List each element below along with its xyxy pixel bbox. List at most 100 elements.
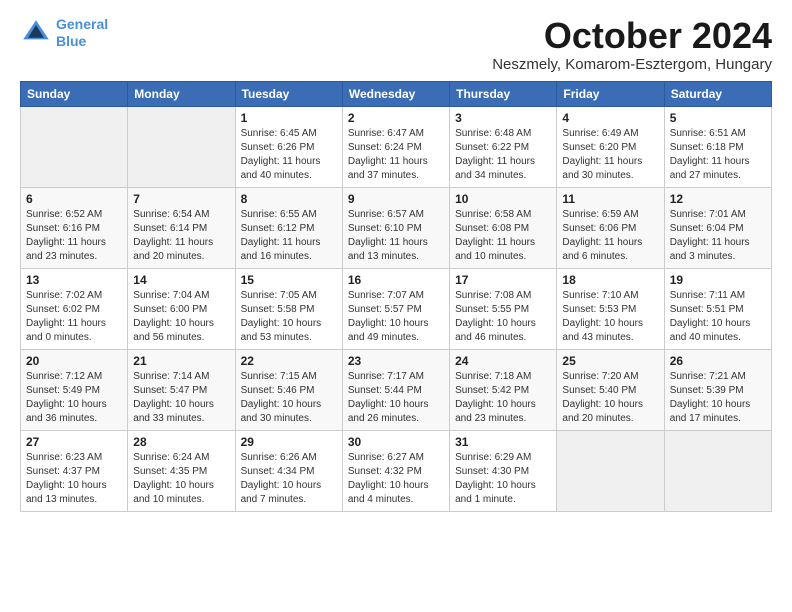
week-row-5: 27Sunrise: 6:23 AMSunset: 4:37 PMDayligh… xyxy=(21,430,772,511)
day-number: 6 xyxy=(26,192,122,206)
day-info: Sunrise: 6:54 AMSunset: 6:14 PMDaylight:… xyxy=(133,208,229,264)
day-info: Sunrise: 6:48 AMSunset: 6:22 PMDaylight:… xyxy=(455,127,551,183)
day-cell: 30 Sunrise: 6:27 AMSunset: 4:32 PMDayligh… xyxy=(342,430,449,511)
day-number: 4 xyxy=(562,111,658,125)
day-number: 10 xyxy=(455,192,551,206)
day-cell: 17 Sunrise: 7:08 AMSunset: 5:55 PMDayligh… xyxy=(450,268,557,349)
day-number: 15 xyxy=(241,273,337,287)
day-cell: 7 Sunrise: 6:54 AMSunset: 6:14 PMDaylight… xyxy=(128,187,235,268)
day-number: 16 xyxy=(348,273,444,287)
day-info: Sunrise: 7:11 AMSunset: 5:51 PMDaylight:… xyxy=(670,289,766,345)
logo-text: General Blue xyxy=(56,16,108,50)
day-cell: 25 Sunrise: 7:20 AMSunset: 5:40 PMDayligh… xyxy=(557,349,664,430)
weekday-header-monday: Monday xyxy=(128,81,235,106)
day-cell: 23Sunrise: 7:17 AMSunset: 5:44 PMDayligh… xyxy=(342,349,449,430)
day-info: Sunrise: 7:14 AMSunset: 5:47 PMDaylight:… xyxy=(133,370,229,426)
day-number: 3 xyxy=(455,111,551,125)
day-number: 12 xyxy=(670,192,766,206)
day-cell xyxy=(128,106,235,187)
day-cell: 13Sunrise: 7:02 AMSunset: 6:02 PMDayligh… xyxy=(21,268,128,349)
day-number: 7 xyxy=(133,192,229,206)
day-cell: 18 Sunrise: 7:10 AMSunset: 5:53 PMDayligh… xyxy=(557,268,664,349)
weekday-header-sunday: Sunday xyxy=(21,81,128,106)
location: Neszmely, Komarom-Esztergom, Hungary xyxy=(492,56,772,73)
day-cell: 6 Sunrise: 6:52 AMSunset: 6:16 PMDaylight… xyxy=(21,187,128,268)
weekday-header-row: SundayMondayTuesdayWednesdayThursdayFrid… xyxy=(21,81,772,106)
day-cell: 27Sunrise: 6:23 AMSunset: 4:37 PMDayligh… xyxy=(21,430,128,511)
day-info: Sunrise: 6:52 AMSunset: 6:16 PMDaylight:… xyxy=(26,208,122,264)
day-cell: 14 Sunrise: 7:04 AMSunset: 6:00 PMDayligh… xyxy=(128,268,235,349)
day-info: Sunrise: 6:24 AMSunset: 4:35 PMDaylight:… xyxy=(133,451,229,507)
day-info: Sunrise: 7:01 AMSunset: 6:04 PMDaylight:… xyxy=(670,208,766,264)
weekday-header-saturday: Saturday xyxy=(664,81,771,106)
day-number: 21 xyxy=(133,354,229,368)
page-header: General Blue October 2024 Neszmely, Koma… xyxy=(20,16,772,73)
day-info: Sunrise: 6:58 AMSunset: 6:08 PMDaylight:… xyxy=(455,208,551,264)
day-cell xyxy=(664,430,771,511)
day-cell: 21 Sunrise: 7:14 AMSunset: 5:47 PMDayligh… xyxy=(128,349,235,430)
day-cell: 2 Sunrise: 6:47 AMSunset: 6:24 PMDaylight… xyxy=(342,106,449,187)
day-info: Sunrise: 7:08 AMSunset: 5:55 PMDaylight:… xyxy=(455,289,551,345)
day-info: Sunrise: 7:18 AMSunset: 5:42 PMDaylight:… xyxy=(455,370,551,426)
day-number: 14 xyxy=(133,273,229,287)
day-cell: 31Sunrise: 6:29 AMSunset: 4:30 PMDayligh… xyxy=(450,430,557,511)
day-number: 26 xyxy=(670,354,766,368)
day-number: 13 xyxy=(26,273,122,287)
day-cell xyxy=(557,430,664,511)
day-info: Sunrise: 6:49 AMSunset: 6:20 PMDaylight:… xyxy=(562,127,658,183)
day-number: 24 xyxy=(455,354,551,368)
day-info: Sunrise: 6:57 AMSunset: 6:10 PMDaylight:… xyxy=(348,208,444,264)
day-cell: 10 Sunrise: 6:58 AMSunset: 6:08 PMDayligh… xyxy=(450,187,557,268)
day-cell: 4 Sunrise: 6:49 AMSunset: 6:20 PMDaylight… xyxy=(557,106,664,187)
day-info: Sunrise: 7:21 AMSunset: 5:39 PMDaylight:… xyxy=(670,370,766,426)
day-number: 29 xyxy=(241,435,337,449)
day-info: Sunrise: 6:45 AMSunset: 6:26 PMDaylight:… xyxy=(241,127,337,183)
title-section: October 2024 Neszmely, Komarom-Esztergom… xyxy=(492,16,772,73)
day-number: 23 xyxy=(348,354,444,368)
weekday-header-tuesday: Tuesday xyxy=(235,81,342,106)
week-row-2: 6 Sunrise: 6:52 AMSunset: 6:16 PMDaylight… xyxy=(21,187,772,268)
day-info: Sunrise: 7:05 AMSunset: 5:58 PMDaylight:… xyxy=(241,289,337,345)
calendar-table: SundayMondayTuesdayWednesdayThursdayFrid… xyxy=(20,81,772,512)
day-info: Sunrise: 7:12 AMSunset: 5:49 PMDaylight:… xyxy=(26,370,122,426)
day-number: 8 xyxy=(241,192,337,206)
day-number: 5 xyxy=(670,111,766,125)
day-info: Sunrise: 6:59 AMSunset: 6:06 PMDaylight:… xyxy=(562,208,658,264)
day-info: Sunrise: 7:20 AMSunset: 5:40 PMDaylight:… xyxy=(562,370,658,426)
day-number: 20 xyxy=(26,354,122,368)
week-row-1: 1Sunrise: 6:45 AMSunset: 6:26 PMDaylight… xyxy=(21,106,772,187)
day-info: Sunrise: 6:26 AMSunset: 4:34 PMDaylight:… xyxy=(241,451,337,507)
day-cell: 24 Sunrise: 7:18 AMSunset: 5:42 PMDayligh… xyxy=(450,349,557,430)
day-cell: 8 Sunrise: 6:55 AMSunset: 6:12 PMDaylight… xyxy=(235,187,342,268)
day-cell: 16 Sunrise: 7:07 AMSunset: 5:57 PMDayligh… xyxy=(342,268,449,349)
logo: General Blue xyxy=(20,16,108,50)
day-info: Sunrise: 7:15 AMSunset: 5:46 PMDaylight:… xyxy=(241,370,337,426)
day-number: 25 xyxy=(562,354,658,368)
month-title: October 2024 xyxy=(492,16,772,56)
week-row-4: 20 Sunrise: 7:12 AMSunset: 5:49 PMDayligh… xyxy=(21,349,772,430)
day-cell: 28Sunrise: 6:24 AMSunset: 4:35 PMDayligh… xyxy=(128,430,235,511)
day-cell: 15 Sunrise: 7:05 AMSunset: 5:58 PMDayligh… xyxy=(235,268,342,349)
day-cell: 1Sunrise: 6:45 AMSunset: 6:26 PMDaylight… xyxy=(235,106,342,187)
day-info: Sunrise: 7:04 AMSunset: 6:00 PMDaylight:… xyxy=(133,289,229,345)
day-number: 30 xyxy=(348,435,444,449)
day-number: 17 xyxy=(455,273,551,287)
day-info: Sunrise: 7:07 AMSunset: 5:57 PMDaylight:… xyxy=(348,289,444,345)
day-cell: 29 Sunrise: 6:26 AMSunset: 4:34 PMDayligh… xyxy=(235,430,342,511)
day-info: Sunrise: 7:10 AMSunset: 5:53 PMDaylight:… xyxy=(562,289,658,345)
day-number: 27 xyxy=(26,435,122,449)
week-row-3: 13Sunrise: 7:02 AMSunset: 6:02 PMDayligh… xyxy=(21,268,772,349)
day-info: Sunrise: 6:27 AMSunset: 4:32 PMDaylight:… xyxy=(348,451,444,507)
day-number: 2 xyxy=(348,111,444,125)
day-number: 9 xyxy=(348,192,444,206)
day-number: 22 xyxy=(241,354,337,368)
weekday-header-wednesday: Wednesday xyxy=(342,81,449,106)
day-cell: 3 Sunrise: 6:48 AMSunset: 6:22 PMDaylight… xyxy=(450,106,557,187)
day-number: 18 xyxy=(562,273,658,287)
day-cell: 9 Sunrise: 6:57 AMSunset: 6:10 PMDaylight… xyxy=(342,187,449,268)
day-cell: 20 Sunrise: 7:12 AMSunset: 5:49 PMDayligh… xyxy=(21,349,128,430)
day-info: Sunrise: 6:47 AMSunset: 6:24 PMDaylight:… xyxy=(348,127,444,183)
day-number: 31 xyxy=(455,435,551,449)
day-number: 19 xyxy=(670,273,766,287)
day-info: Sunrise: 6:55 AMSunset: 6:12 PMDaylight:… xyxy=(241,208,337,264)
